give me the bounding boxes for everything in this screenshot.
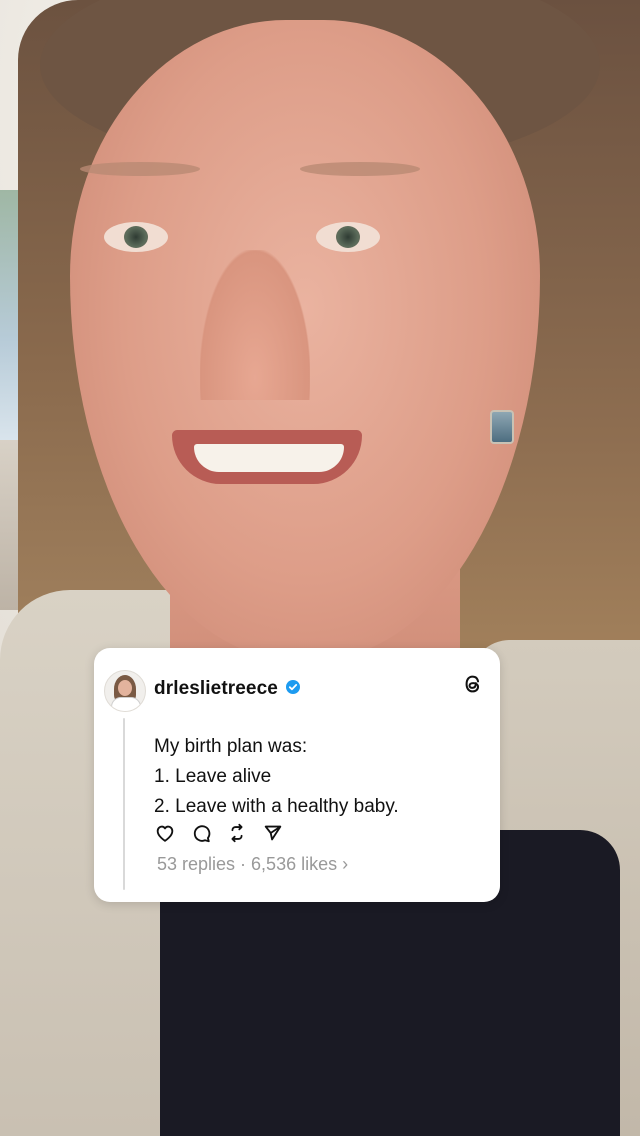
earring	[490, 410, 514, 444]
left-eye	[104, 222, 168, 252]
verified-badge-icon	[286, 680, 300, 694]
threads-post-card[interactable]: drleslietreece My birth plan was: 1. Lea…	[94, 648, 500, 902]
stats-separator: ·	[235, 854, 252, 874]
post-stats[interactable]: 53 replies · 6,536 likes ›	[157, 854, 348, 875]
teeth	[194, 444, 344, 472]
post-text: My birth plan was: 1. Leave alive 2. Lea…	[154, 732, 399, 822]
replies-count[interactable]: 53 replies	[157, 854, 235, 874]
post-text-line: 1. Leave alive	[154, 766, 272, 787]
heart-icon[interactable]	[154, 822, 176, 844]
share-icon[interactable]	[262, 822, 284, 844]
video-frame: drleslietreece My birth plan was: 1. Lea…	[0, 0, 640, 1136]
repost-icon[interactable]	[226, 822, 248, 844]
comment-icon[interactable]	[190, 822, 212, 844]
username[interactable]: drleslietreece	[154, 678, 278, 700]
right-eye	[316, 222, 380, 252]
post-actions	[154, 822, 284, 844]
left-eyebrow	[80, 162, 200, 176]
chevron-right-icon: ›	[342, 854, 349, 874]
nose	[200, 250, 310, 400]
post-text-line: 2. Leave with a healthy baby.	[154, 796, 399, 817]
right-eyebrow	[300, 162, 420, 176]
threads-icon	[465, 675, 480, 693]
avatar[interactable]	[104, 670, 146, 712]
post-text-line: My birth plan was:	[154, 736, 308, 757]
thread-line	[123, 718, 125, 890]
likes-count[interactable]: 6,536 likes	[251, 854, 337, 874]
